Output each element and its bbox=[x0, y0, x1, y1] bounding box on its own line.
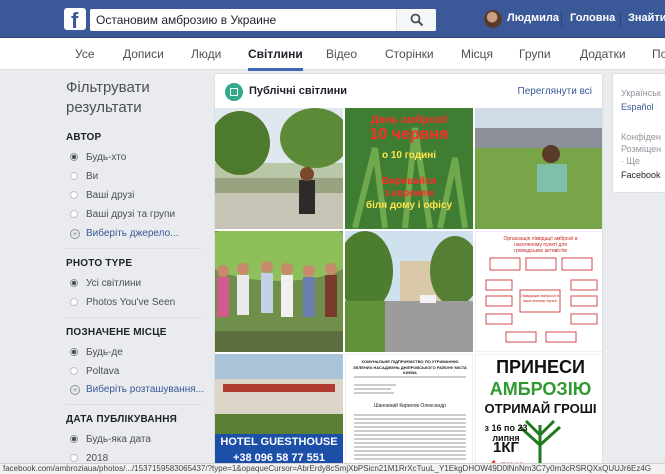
date-any[interactable]: Будь-яка дата bbox=[70, 434, 151, 445]
radio-icon bbox=[70, 191, 78, 199]
photo-thumbnail[interactable] bbox=[475, 108, 602, 229]
profile-link[interactable]: Людмила bbox=[507, 12, 559, 24]
date-heading: ДАТА ПУБЛІКУВАННЯ bbox=[66, 414, 178, 425]
author-option-friends-groups[interactable]: Ваші друзі та групи bbox=[70, 209, 175, 220]
poster-text: 1КГ bbox=[492, 439, 519, 456]
photo-thumbnail[interactable]: Організація ліквідації амброзії в населе… bbox=[475, 231, 602, 352]
radio-icon bbox=[70, 348, 78, 356]
photo-thumbnail[interactable]: День амброзії 10 червня о 10 годині Вири… bbox=[345, 108, 473, 229]
public-photos-card: Публічні світлини Переглянути всі День а… bbox=[214, 73, 603, 474]
author-option-friends[interactable]: Ваші друзі bbox=[70, 190, 134, 201]
divider bbox=[620, 12, 621, 26]
poster-text: Ліквідація амброзії в населеному пункті bbox=[521, 293, 559, 303]
footer-link[interactable]: Конфіден bbox=[621, 132, 661, 142]
divider bbox=[66, 317, 202, 318]
search-icon bbox=[410, 13, 424, 27]
radio-icon bbox=[70, 367, 78, 375]
poster-text: біля дому і офісу bbox=[365, 200, 453, 211]
copyright-text: Facebook bbox=[621, 170, 661, 180]
photo-icon bbox=[225, 83, 243, 101]
diagram-boxes bbox=[485, 257, 598, 343]
status-bar-url: facebook.com/ambroziaua/photos/.../15371… bbox=[0, 463, 665, 474]
see-all-link[interactable]: Переглянути всі bbox=[518, 86, 592, 97]
tab-all[interactable]: Усе bbox=[75, 47, 95, 61]
radio-icon bbox=[70, 210, 78, 218]
tab-pages[interactable]: Сторінки bbox=[385, 47, 434, 61]
tab-posts[interactable]: Дописи bbox=[123, 47, 164, 61]
author-heading: АВТОР bbox=[66, 132, 102, 143]
photo-thumbnail[interactable] bbox=[345, 231, 473, 352]
choose-source-link[interactable]: + Виберіть джерело... bbox=[70, 228, 179, 239]
photo-thumbnail[interactable]: ПРИНЕСИ АМБРОЗІЮ ОТРИМАЙ ГРОШІ з 16 по 2… bbox=[475, 354, 602, 473]
author-option-anyone[interactable]: Будь-хто bbox=[70, 152, 126, 163]
search-input[interactable]: Остановим амброзию в Украине bbox=[90, 9, 436, 31]
home-link[interactable]: Головна bbox=[570, 12, 615, 24]
tab-places[interactable]: Місця bbox=[461, 47, 493, 61]
facebook-logo-icon[interactable]: f bbox=[64, 8, 86, 30]
divider bbox=[66, 248, 202, 249]
language-current: Українськ bbox=[621, 88, 661, 98]
place-poltava[interactable]: Poltava bbox=[70, 366, 119, 377]
divider bbox=[66, 404, 202, 405]
card-title: Публічні світлини bbox=[249, 85, 348, 97]
photo-thumbnail[interactable]: КОМУНАЛЬНЕ ПІДПРИЄМСТВО ПО УТРИМАННЮ ЗЕЛ… bbox=[345, 354, 473, 473]
poster-text: 10 червня bbox=[369, 126, 449, 143]
find-friends-link[interactable]: Знайти bbox=[628, 12, 665, 24]
plus-icon: + bbox=[70, 385, 80, 395]
right-sidebar: Українськ Español Конфіден Розміщен · Ще… bbox=[612, 73, 665, 193]
radio-icon bbox=[70, 172, 78, 180]
filter-title: Фільтрувати результати bbox=[66, 79, 150, 116]
tab-photos[interactable]: Світлини bbox=[248, 47, 303, 71]
footer-link[interactable]: Розміщен bbox=[621, 144, 661, 154]
radio-icon bbox=[70, 435, 78, 443]
language-link[interactable]: Español bbox=[621, 102, 654, 112]
search-button[interactable] bbox=[396, 9, 436, 31]
poster-text: о 10 годині bbox=[381, 150, 437, 161]
place-anywhere[interactable]: Будь-де bbox=[70, 347, 123, 358]
avatar[interactable] bbox=[484, 10, 502, 28]
plus-icon: + bbox=[70, 229, 80, 239]
place-heading: ПОЗНАЧЕНЕ МІСЦЕ bbox=[66, 327, 167, 338]
author-option-you[interactable]: Ви bbox=[70, 171, 98, 182]
tab-people[interactable]: Люди bbox=[191, 47, 221, 61]
sign-text: HOTEL GUESTHOUSE bbox=[220, 436, 338, 448]
photo-type-heading: PHOTO TYPE bbox=[66, 258, 133, 269]
top-bar: f Остановим амброзию в Украине Людмила Г… bbox=[0, 0, 665, 38]
footer-more-link[interactable]: · Ще bbox=[621, 156, 640, 166]
photo-thumbnail[interactable] bbox=[215, 231, 343, 352]
photo-thumbnail[interactable]: HOTEL GUESTHOUSE +38 096 58 77 551 bbox=[215, 354, 343, 473]
document-lines bbox=[354, 376, 466, 460]
divider bbox=[561, 12, 562, 26]
radio-icon bbox=[70, 454, 78, 462]
photo-thumbnail[interactable] bbox=[215, 108, 343, 229]
radio-icon bbox=[70, 279, 78, 287]
poster-text: з коренем bbox=[384, 188, 434, 199]
photo-image bbox=[475, 108, 602, 229]
tab-videos[interactable]: Відео bbox=[326, 47, 357, 61]
tab-groups[interactable]: Групи bbox=[519, 47, 551, 61]
search-tabs: Усе Дописи Люди Світлини Відео Сторінки … bbox=[0, 38, 665, 71]
photo-image bbox=[215, 231, 343, 352]
photo-image bbox=[215, 108, 343, 229]
tab-more[interactable]: По bbox=[652, 47, 665, 61]
tab-apps[interactable]: Додатки bbox=[580, 47, 626, 61]
radio-icon bbox=[70, 153, 78, 161]
photo-type-seen[interactable]: Photos You've Seen bbox=[70, 297, 175, 308]
photo-image bbox=[345, 231, 473, 352]
radio-icon bbox=[70, 298, 78, 306]
choose-location-link[interactable]: + Виберіть розташування... bbox=[70, 384, 204, 395]
poster-text: День амброзії bbox=[370, 114, 448, 126]
poster-text: Виривайся bbox=[381, 176, 437, 187]
photo-type-all[interactable]: Усі світлини bbox=[70, 278, 141, 289]
